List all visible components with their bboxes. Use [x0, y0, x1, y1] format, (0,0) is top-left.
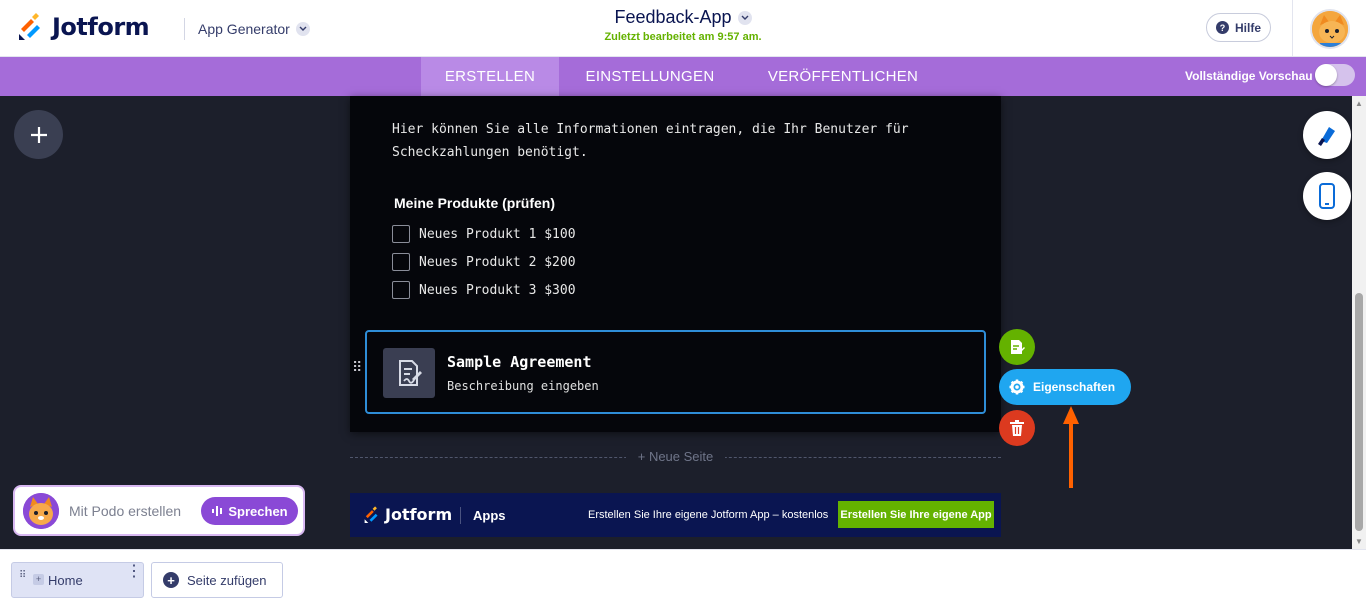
checkbox[interactable] [392, 281, 410, 299]
trash-icon [1010, 420, 1024, 436]
audio-wave-icon [212, 506, 223, 516]
app-title-block: Feedback-App Zuletzt bearbeitet am 9:57 … [560, 7, 806, 43]
app-generator-dropdown[interactable]: App Generator [198, 21, 310, 37]
agreement-element[interactable]: Sample Agreement Beschreibung eingeben [365, 330, 986, 414]
product-label: Neues Produkt 1 $100 [419, 226, 576, 242]
paint-roller-icon [1318, 127, 1335, 146]
delete-button[interactable] [999, 410, 1035, 446]
scroll-down-icon[interactable]: ▼ [1354, 537, 1364, 547]
speak-label: Sprechen [228, 503, 288, 519]
logo-text: Jotform [52, 13, 150, 41]
add-page-label: Seite zufügen [187, 572, 267, 588]
duplicate-button[interactable] [999, 329, 1035, 365]
top-bar: Jotform App Generator Feedback-App Zulet… [0, 0, 1366, 57]
podo-assistant[interactable]: Mit Podo erstellen Sprechen [13, 485, 305, 536]
header-divider [184, 18, 185, 40]
page-tab-home[interactable]: ⠿ + Home ⋮ [11, 562, 144, 598]
chevron-down-icon [295, 22, 310, 36]
checkbox[interactable] [392, 225, 410, 243]
phone-icon [1319, 183, 1335, 209]
page-tab-label: Home [48, 573, 83, 588]
banner-apps-label: Apps [473, 508, 506, 523]
user-avatar-area[interactable] [1292, 0, 1366, 57]
product-label: Neues Produkt 3 $300 [419, 282, 576, 298]
question-icon: ? [1215, 21, 1229, 34]
app-title-text: Feedback-App [614, 7, 732, 27]
help-button[interactable]: ? Hilfe [1206, 13, 1271, 42]
jotform-logo-icon [364, 505, 378, 523]
banner-divider [460, 507, 461, 524]
cat-avatar-icon [1311, 10, 1348, 47]
pages-bar: ⠿ + Home ⋮ + Seite zufügen [0, 549, 1366, 607]
banner-logo[interactable]: Jotform [364, 505, 452, 524]
help-label: Hilfe [1234, 20, 1261, 35]
drag-grip-icon[interactable]: ⠿ [19, 571, 26, 581]
last-edited-status: Zuletzt bearbeitet am 9:57 am. [604, 31, 762, 43]
properties-label: Eigenschaften [1033, 380, 1116, 394]
plus-icon [30, 126, 47, 143]
jotform-apps-banner: Jotform Apps Erstellen Sie Ihre eigene J… [350, 493, 1001, 537]
banner-text: Erstellen Sie Ihre eigene Jotform App – … [588, 509, 829, 521]
add-page-button[interactable]: + Seite zufügen [151, 562, 283, 598]
speak-button[interactable]: Sprechen [201, 497, 298, 525]
chevron-down-icon [737, 10, 752, 25]
drag-handle-icon[interactable]: ⠿ [352, 360, 362, 374]
main-nav-bar: ERSTELLEN EINSTELLUNGEN VERÖFFENTLICHEN … [0, 57, 1366, 96]
agreement-title: Sample Agreement [447, 353, 592, 371]
scrollbar-thumb[interactable] [1355, 293, 1363, 531]
product-label: Neues Produkt 2 $200 [419, 254, 576, 270]
plus-icon: + [163, 572, 179, 588]
agreement-description: Beschreibung eingeben [447, 379, 599, 393]
tab-erstellen[interactable]: ERSTELLEN [421, 57, 559, 96]
document-sign-icon [383, 348, 435, 398]
add-element-button[interactable] [14, 110, 63, 159]
jotform-logo-icon [19, 13, 40, 40]
podo-cat-icon [23, 493, 59, 529]
form-intro-text[interactable]: Hier können Sie alle Informationen eintr… [392, 118, 952, 164]
product-option[interactable]: Neues Produkt 3 $300 [392, 281, 576, 299]
tab-einstellungen[interactable]: EINSTELLUNGEN [559, 57, 741, 96]
toggle-knob [1315, 64, 1337, 86]
annotation-arrow-icon [1063, 406, 1079, 488]
tab-veroeffentlichen[interactable]: VERÖFFENTLICHEN [741, 57, 945, 96]
app-generator-label: App Generator [198, 21, 290, 37]
banner-logo-text: Jotform [385, 505, 453, 524]
app-title[interactable]: Feedback-App [614, 7, 752, 28]
duplicate-icon [1011, 340, 1025, 354]
checkbox[interactable] [392, 253, 410, 271]
form-page: Hier können Sie alle Informationen eintr… [350, 96, 1001, 432]
product-option[interactable]: Neues Produkt 2 $200 [392, 253, 576, 271]
gear-icon [1009, 379, 1025, 395]
podo-avatar [23, 493, 59, 529]
mobile-preview-button[interactable] [1303, 172, 1351, 220]
page-plus-icon: + [33, 574, 44, 585]
more-options-icon[interactable]: ⋮ [126, 564, 142, 580]
new-page-label: + Neue Seite [625, 449, 726, 464]
full-preview-label: Vollständige Vorschau [1185, 69, 1313, 83]
product-option[interactable]: Neues Produkt 1 $100 [392, 225, 576, 243]
create-own-app-button[interactable]: Erstellen Sie Ihre eigene App [838, 501, 994, 528]
jotform-logo[interactable]: Jotform [18, 13, 150, 41]
new-page-divider[interactable]: + Neue Seite [350, 449, 1001, 465]
full-preview-toggle[interactable] [1315, 64, 1355, 86]
properties-button[interactable]: Eigenschaften [999, 369, 1131, 405]
scroll-up-icon[interactable]: ▲ [1354, 99, 1364, 109]
podo-text: Mit Podo erstellen [69, 503, 182, 519]
products-label: Meine Produkte (prüfen) [394, 195, 556, 211]
app-designer-button[interactable] [1303, 111, 1351, 159]
avatar [1309, 8, 1350, 49]
